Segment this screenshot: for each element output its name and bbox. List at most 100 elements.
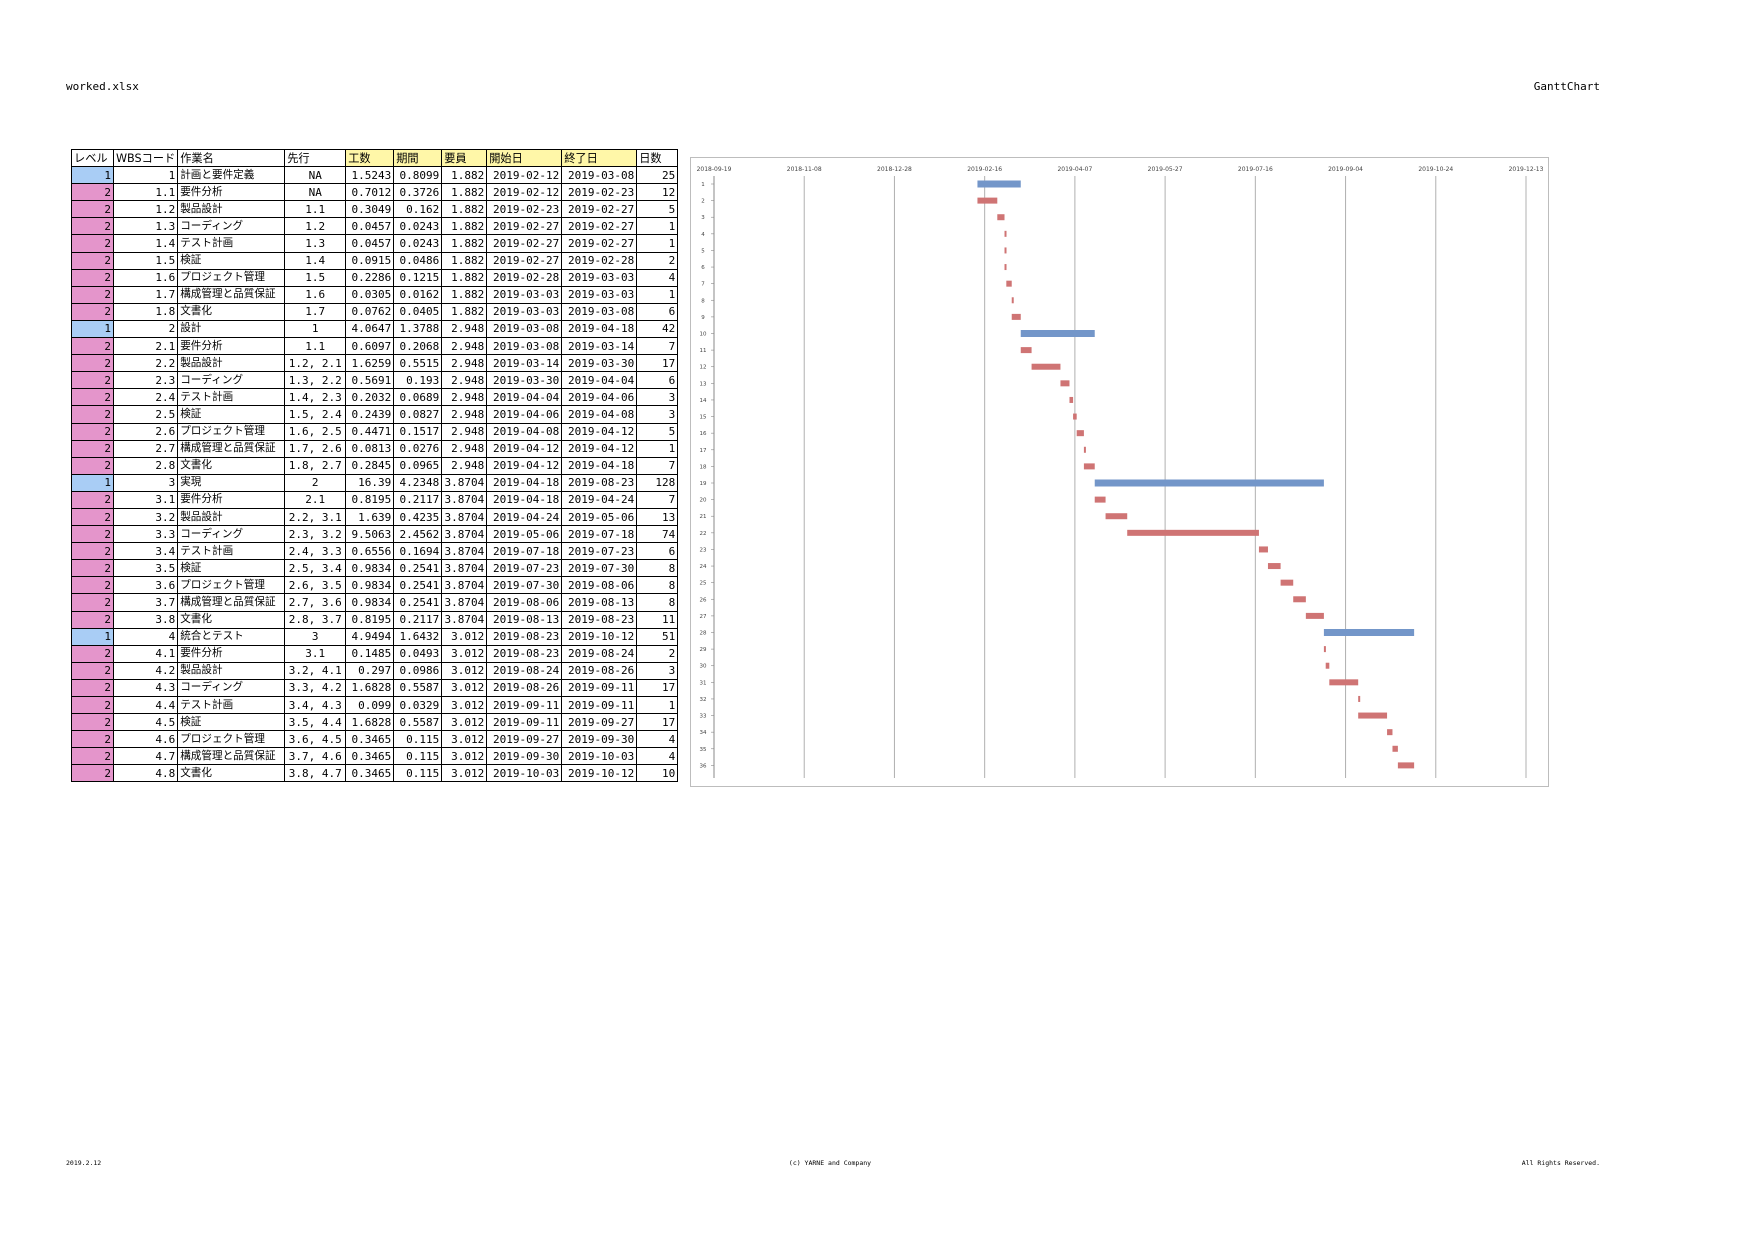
row-label: 3 bbox=[701, 215, 705, 221]
cell-wbs-code: 4.3 bbox=[112, 678, 179, 698]
cell-days: 51 bbox=[636, 627, 679, 646]
row-label: 4 bbox=[701, 232, 705, 238]
cell-wbs-code: 2.3 bbox=[112, 371, 179, 390]
table-row: 2 1.3 コーディング 1.2 0.0457 0.0243 1.882 2019-02-27… bbox=[71, 217, 679, 236]
x-tick-label: 2019-10-24 bbox=[1418, 166, 1453, 173]
row-label: 29 bbox=[700, 647, 707, 653]
cell-predecessor: 3.2, 4.1 bbox=[284, 661, 347, 680]
cell-duration: 0.5587 bbox=[393, 713, 443, 732]
cell-wbs-code: 4.5 bbox=[112, 713, 179, 732]
cell-days: 7 bbox=[636, 456, 679, 475]
cell-start-date: 2019-03-08 bbox=[486, 319, 563, 339]
table-row: 2 1.7 構成管理と品質保証 1.6 0.0305 0.0162 1.882 2019-03… bbox=[71, 285, 679, 304]
row-label: 16 bbox=[700, 431, 707, 437]
cell-end-date: 2019-07-23 bbox=[561, 542, 638, 561]
cell-wbs-code: 3.3 bbox=[112, 525, 179, 544]
cell-wbs-code: 4 bbox=[112, 627, 179, 646]
gantt-bar-phase bbox=[1020, 330, 1095, 337]
cell-start-date: 2019-09-11 bbox=[486, 713, 563, 732]
cell-end-date: 2019-09-11 bbox=[561, 678, 638, 698]
cell-end-date: 2019-09-27 bbox=[561, 713, 638, 732]
cell-days: 1 bbox=[636, 695, 679, 715]
cell-wbs-code: 4.7 bbox=[112, 747, 179, 766]
cell-start-date: 2019-04-04 bbox=[486, 388, 563, 407]
cell-staff: 3.8704 bbox=[441, 593, 488, 612]
cell-duration: 0.2117 bbox=[393, 610, 443, 629]
gantt-bar-task bbox=[1004, 230, 1007, 237]
cell-days: 1 bbox=[636, 217, 679, 236]
x-tick-label: 2018-12-28 bbox=[877, 166, 912, 173]
cell-days: 2 bbox=[636, 644, 679, 663]
cell-days: 6 bbox=[636, 542, 679, 561]
row-label: 5 bbox=[701, 248, 705, 254]
cell-effort: 0.2845 bbox=[345, 456, 395, 475]
cell-wbs-code: 4.6 bbox=[112, 730, 179, 749]
cell-start-date: 2019-08-13 bbox=[486, 610, 563, 629]
cell-days: 4 bbox=[636, 730, 679, 749]
cell-wbs-code: 2 bbox=[112, 319, 179, 339]
cell-task-name: コーディング bbox=[177, 678, 286, 698]
cell-effort: 0.1485 bbox=[345, 644, 395, 663]
cell-start-date: 2019-02-23 bbox=[486, 200, 563, 219]
cell-duration: 0.115 bbox=[393, 764, 443, 783]
cell-level: 2 bbox=[71, 200, 114, 219]
cell-level: 2 bbox=[71, 405, 114, 424]
cell-start-date: 2019-08-06 bbox=[486, 593, 563, 612]
x-tick-label: 2019-05-27 bbox=[1148, 166, 1183, 173]
cell-wbs-code: 1.6 bbox=[112, 268, 179, 287]
cell-days: 6 bbox=[636, 302, 679, 321]
cell-end-date: 2019-04-24 bbox=[561, 490, 638, 509]
cell-staff: 2.948 bbox=[441, 337, 488, 356]
cell-wbs-code: 1.7 bbox=[112, 285, 179, 304]
cell-start-date: 2019-03-08 bbox=[486, 337, 563, 356]
cell-start-date: 2019-07-23 bbox=[486, 559, 563, 578]
gantt-bar-task bbox=[1073, 413, 1077, 420]
row-label: 31 bbox=[700, 680, 707, 686]
table-row: 2 1.4 テスト計画 1.3 0.0457 0.0243 1.882 2019-02-27 2… bbox=[71, 234, 679, 253]
cell-level: 2 bbox=[71, 234, 114, 253]
cell-wbs-code: 4.2 bbox=[112, 661, 179, 680]
row-label: 6 bbox=[701, 265, 705, 271]
cell-task-name: 設計 bbox=[177, 319, 286, 339]
gantt-bar-task bbox=[1127, 529, 1259, 536]
cell-staff: 1.882 bbox=[441, 234, 488, 253]
cell-end-date: 2019-04-12 bbox=[561, 439, 638, 458]
header-start-date: 開始日 bbox=[486, 148, 563, 168]
cell-staff: 2.948 bbox=[441, 371, 488, 390]
cell-staff: 2.948 bbox=[441, 319, 488, 339]
cell-staff: 3.8704 bbox=[441, 542, 488, 561]
gantt-bar-task bbox=[1280, 579, 1294, 586]
cell-end-date: 2019-03-08 bbox=[561, 166, 638, 185]
cell-staff: 2.948 bbox=[441, 422, 488, 441]
cell-task-name: 検証 bbox=[177, 405, 286, 424]
header-staff: 要員 bbox=[441, 148, 488, 168]
row-label: 10 bbox=[700, 332, 707, 338]
table-row: 1 4 統合とテスト 3 4.9494 1.6432 3.012 2019-08-23 2019… bbox=[71, 627, 679, 646]
cell-predecessor: NA bbox=[284, 166, 347, 185]
cell-task-name: 実現 bbox=[177, 473, 286, 492]
cell-start-date: 2019-02-27 bbox=[486, 217, 563, 236]
cell-effort: 0.0915 bbox=[345, 251, 395, 270]
cell-task-name: 検証 bbox=[177, 713, 286, 732]
cell-predecessor: 2.8, 3.7 bbox=[284, 610, 347, 629]
cell-days: 13 bbox=[636, 507, 679, 527]
cell-predecessor: 2.4, 3.3 bbox=[284, 542, 347, 561]
row-label: 17 bbox=[700, 448, 707, 454]
cell-task-name: 統合とテスト bbox=[177, 627, 286, 646]
x-tick-label: 2019-12-13 bbox=[1509, 166, 1544, 173]
row-label: 7 bbox=[701, 282, 705, 288]
cell-level: 2 bbox=[71, 490, 114, 509]
cell-predecessor: 1.1 bbox=[284, 200, 347, 219]
table-row: 2 4.5 検証 3.5, 4.4 1.6828 0.5587 3.012 2019-09-1… bbox=[71, 713, 679, 732]
row-label: 21 bbox=[700, 514, 707, 520]
gantt-bar-task bbox=[1069, 396, 1074, 403]
cell-predecessor: 1.5 bbox=[284, 268, 347, 287]
row-label: 27 bbox=[700, 614, 707, 620]
cell-effort: 0.7012 bbox=[345, 183, 395, 202]
cell-staff: 3.012 bbox=[441, 678, 488, 698]
cell-staff: 3.012 bbox=[441, 695, 488, 715]
gantt-bar-task bbox=[977, 197, 998, 204]
cell-level: 2 bbox=[71, 747, 114, 766]
cell-duration: 0.1517 bbox=[393, 422, 443, 441]
cell-start-date: 2019-03-03 bbox=[486, 285, 563, 304]
